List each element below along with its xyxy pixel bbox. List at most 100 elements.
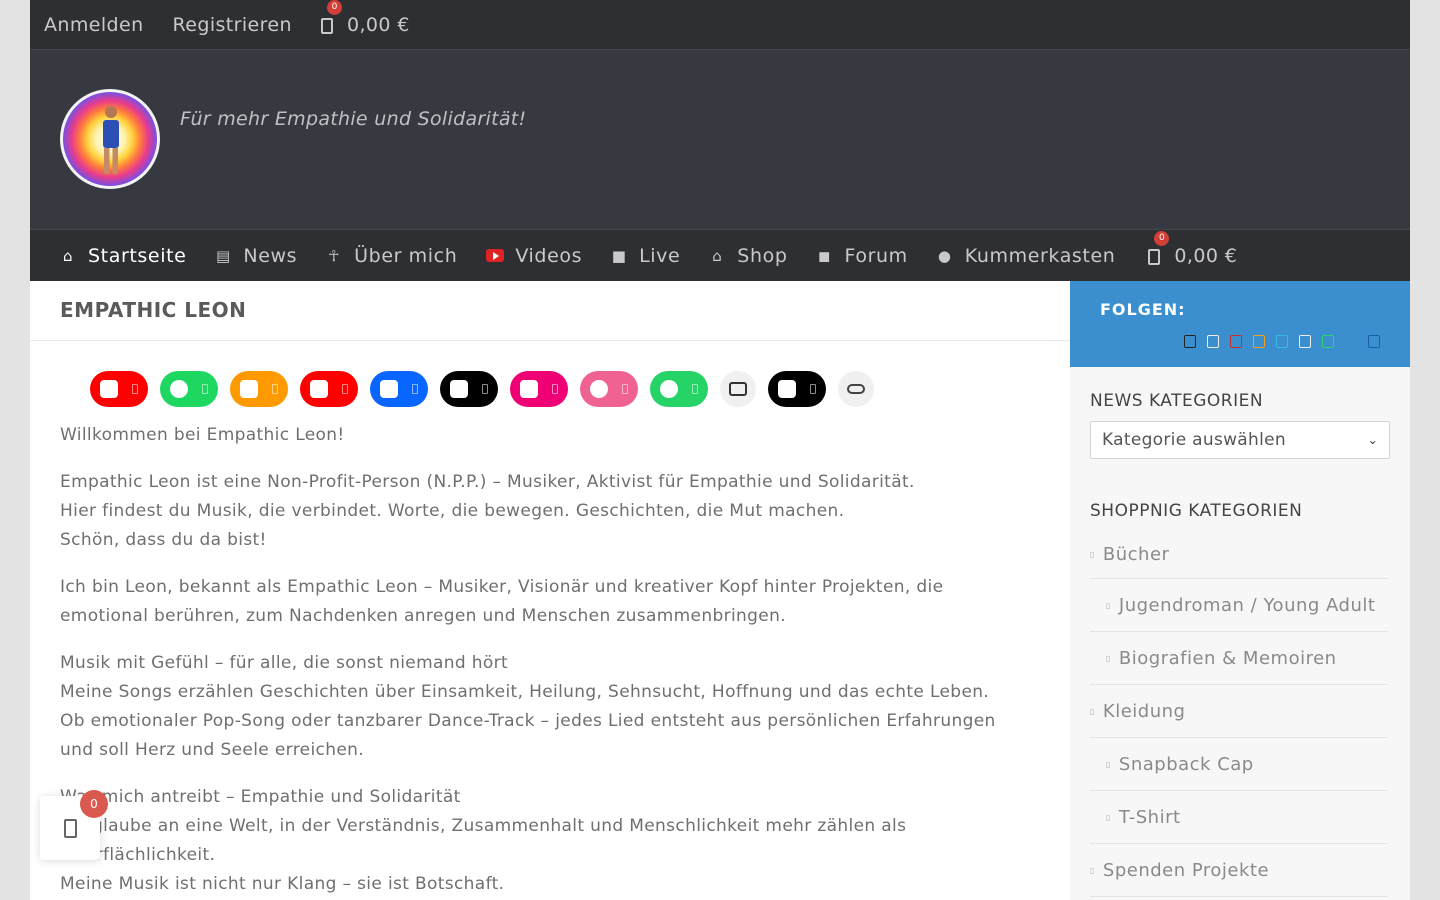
nav-item-shop[interactable]: ⌂ Shop (709, 245, 787, 267)
site-tagline: Für mehr Empathie und Solidarität! (180, 108, 527, 130)
mail-icon (729, 382, 747, 396)
social-link-youtube[interactable] (300, 371, 358, 407)
social-icons-row (30, 371, 1070, 407)
category-item[interactable]: ▯ Biografien & Memoiren (1090, 632, 1388, 685)
social-link-link[interactable] (838, 371, 874, 407)
paragraph-3: Musik mit Gefühl – für alle, die sonst n… (60, 649, 1040, 765)
site-header: Für mehr Empathie und Solidarität! (30, 50, 1410, 229)
x-icon[interactable] (1184, 335, 1196, 348)
amazon-icon (240, 380, 258, 398)
login-link[interactable]: Anmelden (44, 14, 144, 36)
follow-title: FOLGEN: (1100, 300, 1186, 319)
nav-item-label: News (243, 244, 298, 267)
social-link-spotify[interactable] (160, 371, 218, 407)
category-label: T-Shirt (1118, 806, 1181, 828)
register-link[interactable]: Registrieren (173, 14, 292, 36)
top-cart[interactable]: 0 0,00 € (320, 0, 410, 36)
widget-title: NEWS KATEGORIEN (1090, 391, 1264, 411)
social-link-dribbble[interactable] (580, 371, 638, 407)
instagram-icon[interactable] (1345, 335, 1357, 348)
bullet-icon: ▯ (1106, 600, 1111, 610)
bullet-icon: ▯ (1106, 812, 1111, 822)
category-label: Snapback Cap (1118, 753, 1254, 775)
text-line: Hier findest du Musik, die verbindet. Wo… (60, 501, 845, 521)
follow-icons (1100, 335, 1380, 348)
category-item[interactable]: ▯ Bücher (1090, 531, 1388, 579)
nav-item-label: Shop (737, 244, 788, 267)
social-link-facebook[interactable] (370, 371, 428, 407)
category-item[interactable]: ▯ Jugendroman / Young Adult (1090, 579, 1388, 632)
category-select-value: Kategorie auswählen (1102, 430, 1286, 450)
main-content: EMPATHIC LEON Willkommen bei Empathic Le… (30, 281, 1070, 900)
social-link-youtube[interactable] (90, 371, 148, 407)
vimeo-icon[interactable] (1276, 335, 1288, 348)
social-link-mail[interactable] (720, 371, 756, 407)
page: Anmelden Registrieren 0 0,00 € Für mehr … (30, 0, 1410, 900)
category-item[interactable]: ▯ Snapback Cap (1090, 738, 1388, 791)
nav-item-live[interactable]: ■ Live (611, 245, 680, 267)
category-item[interactable]: ▯ Kleidung (1090, 685, 1388, 738)
spotify-icon[interactable] (1299, 335, 1311, 348)
facebook-icon[interactable] (1207, 335, 1219, 348)
home-icon: ⌂ (62, 246, 74, 265)
nav-item-label: Videos (515, 244, 583, 267)
external-link-icon (202, 384, 208, 394)
threads-icon (778, 380, 796, 398)
text-line: Empathic Leon ist eine Non-Profit-Person… (60, 472, 915, 492)
nav-item-forum[interactable]: ◼ Forum (817, 245, 908, 267)
youtube-icon (310, 380, 328, 398)
nav-item-videos[interactable]: Videos (486, 245, 582, 267)
social-link-amazon[interactable] (230, 371, 288, 407)
external-link-icon (132, 384, 138, 394)
category-item[interactable]: ▯ Spenden Projekte (1090, 844, 1388, 897)
text-line: und soll Herz und Seele erreichen. (60, 740, 365, 760)
external-link-icon (412, 384, 418, 394)
article-body: Willkommen bei Empathic Leon! Empathic L… (30, 421, 1070, 899)
youtube-icon (100, 380, 118, 398)
bullet-icon: ▯ (1106, 759, 1111, 769)
text-line: Ich glaube an eine Welt, in der Verständ… (60, 816, 907, 836)
site-logo[interactable] (60, 89, 160, 189)
text-line: Schön, dass du da bist! (60, 530, 267, 550)
nav-item-ueber-mich[interactable]: ☥ Über mich (326, 245, 457, 267)
linkedin-icon[interactable] (1368, 335, 1380, 348)
intro-text: Willkommen bei Empathic Leon! (60, 425, 345, 445)
external-link-icon (482, 384, 488, 394)
amazon-icon[interactable] (1253, 335, 1265, 348)
text-line: Ich bin Leon, bekannt als Empathic Leon … (60, 577, 944, 597)
social-link-whatsapp[interactable] (650, 371, 708, 407)
shopping-bag-icon (320, 17, 333, 34)
paragraph-4: Was mich antreibt – Empathie und Solidar… (60, 783, 1040, 899)
category-label: Jugendroman / Young Adult (1118, 594, 1376, 616)
nav-item-news[interactable]: ▤ News (215, 245, 297, 267)
cart-count-badge: 0 (1154, 230, 1170, 246)
instagram-icon (520, 380, 538, 398)
bullet-icon: ▯ (1090, 706, 1095, 716)
bullet-icon: ▯ (1090, 550, 1095, 559)
category-label: Kleidung (1102, 700, 1186, 722)
social-link-threads[interactable] (768, 371, 826, 407)
text-line: Ob emotionaler Pop-Song oder tanzbarer D… (60, 711, 996, 731)
chevron-down-icon: ⌄ (1367, 433, 1378, 447)
newspaper-icon: ▤ (216, 246, 231, 265)
category-item[interactable]: ▯ T-Shirt (1090, 791, 1388, 844)
cart-count-badge: 0 (80, 790, 108, 818)
category-select[interactable]: Kategorie auswählen ⌄ (1090, 421, 1390, 459)
youtube-icon[interactable] (1230, 335, 1242, 348)
speech-bubble-icon: ● (937, 246, 952, 265)
cart-total: 0,00 € (346, 13, 410, 36)
external-link-icon (810, 384, 816, 394)
social-link-instagram[interactable] (510, 371, 568, 407)
nav-cart[interactable]: 0 0,00 € (1148, 230, 1238, 267)
nav-item-kummerkasten[interactable]: ● Kummerkasten (937, 245, 1116, 267)
comments-icon: ◼ (817, 246, 832, 265)
whatsapp-icon[interactable] (1322, 335, 1334, 348)
facebook-icon (380, 380, 398, 398)
video-camera-icon: ■ (611, 246, 627, 265)
floating-cart-button[interactable]: 0 (40, 790, 108, 860)
nav-item-startseite[interactable]: ⌂ Startseite (60, 245, 186, 267)
cart-total: 0,00 € (1174, 244, 1238, 267)
page-title: EMPATHIC LEON (30, 281, 1070, 341)
nav-item-label: Kummerkasten (964, 244, 1116, 267)
social-link-tiktok[interactable] (440, 371, 498, 407)
